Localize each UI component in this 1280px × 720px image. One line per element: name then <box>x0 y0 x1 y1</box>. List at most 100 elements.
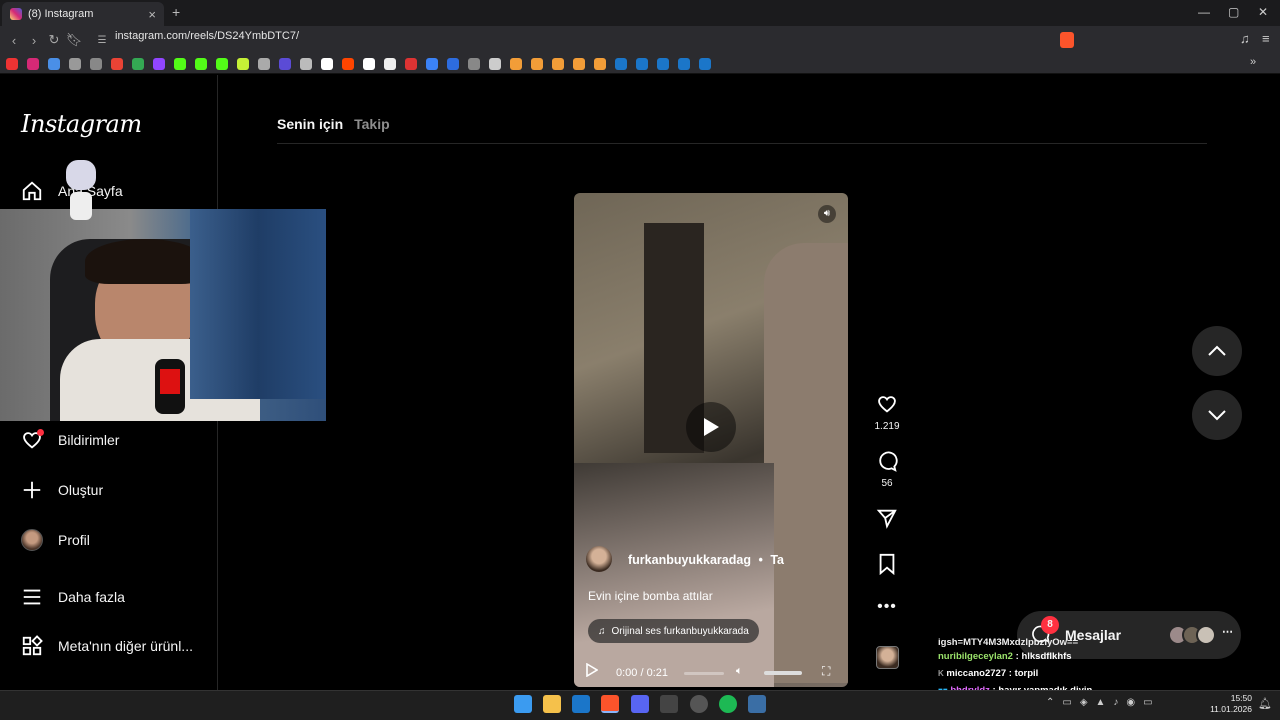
caption[interactable]: Evin içine bomba attılar <box>588 589 713 603</box>
bookmark-icon[interactable] <box>384 57 396 70</box>
bookmark-icon[interactable] <box>279 57 291 70</box>
bookmark-icon[interactable] <box>531 57 543 70</box>
instagram-logo[interactable]: Instagram <box>21 110 142 138</box>
bookmark-steam-icon[interactable] <box>678 57 690 70</box>
bookmark-icon[interactable] <box>405 57 417 70</box>
bookmark-icon[interactable] <box>489 57 501 70</box>
fullscreen-icon[interactable]: ⛶ <box>822 664 830 679</box>
bookmark-youtube-icon[interactable] <box>6 57 18 70</box>
bookmark-reddit-icon[interactable] <box>342 57 354 70</box>
audio-thumbnail[interactable] <box>876 646 899 669</box>
chat-line: igsh=MTY4M3MxdzlpbzlyOw== <box>938 637 1079 648</box>
bookmark-instagram-icon[interactable] <box>27 57 39 70</box>
sidebar-item-more[interactable]: Daha fazla <box>20 582 210 612</box>
back-icon[interactable]: ‹ <box>4 33 24 48</box>
bookmark-icon[interactable] <box>552 57 564 70</box>
system-tray[interactable]: ⌃▭◈▲♪◉▭ <box>1046 697 1161 708</box>
previous-reel-button[interactable] <box>1192 326 1242 376</box>
site-settings-icon[interactable]: ☰ <box>92 35 112 46</box>
play-button[interactable] <box>586 662 600 679</box>
notification-dot <box>37 429 44 436</box>
app-icon[interactable] <box>690 695 708 713</box>
bookmark-icon[interactable] <box>363 57 375 70</box>
reel-video[interactable]: 🔊︎ furkanbuyukkaradag • Ta Evin içine bo… <box>574 193 848 687</box>
bookmark-x-icon[interactable] <box>321 57 333 70</box>
save-button[interactable] <box>874 553 900 580</box>
like-button[interactable] <box>874 393 900 420</box>
next-reel-button[interactable] <box>1192 390 1242 440</box>
bookmark-icon[interactable]: 🔖︎ <box>64 32 84 48</box>
new-tab-button[interactable]: + <box>172 4 180 20</box>
bookmark-gmail-icon[interactable] <box>111 57 123 70</box>
minimize-icon[interactable]: — <box>1198 5 1210 19</box>
sidebar-item-meta[interactable]: Meta'nın diğer ürünl... <box>20 631 216 661</box>
audio-pill[interactable]: ♫ Orijinal ses furkanbuyukkarada <box>588 619 759 643</box>
bookmark-kick-icon[interactable] <box>195 57 207 70</box>
author-avatar[interactable] <box>586 546 612 572</box>
sidebar-item-create[interactable]: Oluştur <box>20 475 210 505</box>
progress-bar[interactable] <box>684 672 724 675</box>
bookmark-icon[interactable] <box>90 57 102 70</box>
sidebar-item-profile[interactable]: Profil <box>20 525 210 555</box>
webcam-overlay <box>0 209 326 421</box>
mute-icon[interactable]: 🔈︎ <box>736 665 743 678</box>
maximize-icon[interactable]: ▢ <box>1228 5 1239 19</box>
discord-icon[interactable] <box>631 695 649 713</box>
heart-icon <box>20 428 44 452</box>
bookmark-icon[interactable] <box>48 57 60 70</box>
share-button[interactable] <box>874 507 900 534</box>
bookmark-steam-icon[interactable] <box>636 57 648 70</box>
bookmark-icon[interactable] <box>468 57 480 70</box>
author-name[interactable]: furkanbuyukkaradag <box>628 553 751 567</box>
sidebar-item-notifications[interactable]: Bildirimler <box>20 425 210 455</box>
bookmark-icon[interactable] <box>573 57 585 70</box>
spotify-icon[interactable] <box>719 695 737 713</box>
menu-icon[interactable]: ≡ <box>1262 31 1270 46</box>
audio-label: Orijinal ses furkanbuyukkarada <box>611 625 749 637</box>
bookmark-icon[interactable] <box>237 57 249 70</box>
volume-slider[interactable] <box>764 671 802 675</box>
steam-icon[interactable] <box>572 695 590 713</box>
volume-icon[interactable]: 🔊︎ <box>818 205 836 223</box>
bookmark-icon[interactable] <box>510 57 522 70</box>
bookmark-drive-icon[interactable] <box>132 57 144 70</box>
bookmark-icon[interactable] <box>447 57 459 70</box>
chat-line: nuribilgeceylan2 : hlksdflkhfs <box>938 651 1072 662</box>
bookmark-kick-icon[interactable] <box>216 57 228 70</box>
bookmark-icon[interactable] <box>594 57 606 70</box>
follow-button[interactable]: Ta <box>770 553 784 567</box>
more-bookmarks-icon[interactable]: » <box>1250 56 1256 68</box>
close-tab-icon[interactable]: × <box>148 7 156 22</box>
notification-center-icon[interactable]: 🔔︎ <box>1258 697 1272 710</box>
brave-icon[interactable] <box>601 695 619 713</box>
reload-icon[interactable]: ↻ <box>44 32 64 48</box>
app-icon[interactable] <box>748 695 766 713</box>
plus-icon <box>20 478 44 502</box>
feed-tabs: Senin için Takip <box>277 116 390 132</box>
file-explorer-icon[interactable] <box>543 695 561 713</box>
more-options-icon[interactable]: ••• <box>874 598 900 616</box>
address-bar[interactable]: instagram.com/reels/DS24YmbDTC7/ <box>115 30 299 42</box>
bookmark-steam-icon[interactable] <box>699 57 711 70</box>
start-icon[interactable] <box>514 695 532 713</box>
bookmark-steam-icon[interactable] <box>657 57 669 70</box>
bookmark-twitch-icon[interactable] <box>153 57 165 70</box>
close-window-icon[interactable]: ✕ <box>1258 5 1268 19</box>
bookmark-steam-icon[interactable] <box>615 57 627 70</box>
bookmark-icon[interactable] <box>258 57 270 70</box>
bookmark-icon[interactable] <box>300 57 312 70</box>
tab-for-you[interactable]: Senin için <box>277 116 343 132</box>
media-icon[interactable]: ♫ <box>1240 31 1250 46</box>
sidebar-item-home[interactable]: Ana Sayfa <box>20 176 210 206</box>
comment-button[interactable] <box>874 450 900 477</box>
brave-shield-icon[interactable] <box>1060 32 1074 48</box>
obs-icon[interactable] <box>660 695 678 713</box>
play-overlay-button[interactable] <box>686 402 736 452</box>
bookmark-icon[interactable] <box>426 57 438 70</box>
tab-following[interactable]: Takip <box>354 116 390 132</box>
bookmark-kick-icon[interactable] <box>174 57 186 70</box>
forward-icon[interactable]: › <box>24 33 44 48</box>
clock[interactable]: 15:50 11.01.2026 <box>1208 693 1252 715</box>
bookmark-icon[interactable] <box>69 57 81 70</box>
browser-tab[interactable]: (8) Instagram × <box>2 2 164 26</box>
